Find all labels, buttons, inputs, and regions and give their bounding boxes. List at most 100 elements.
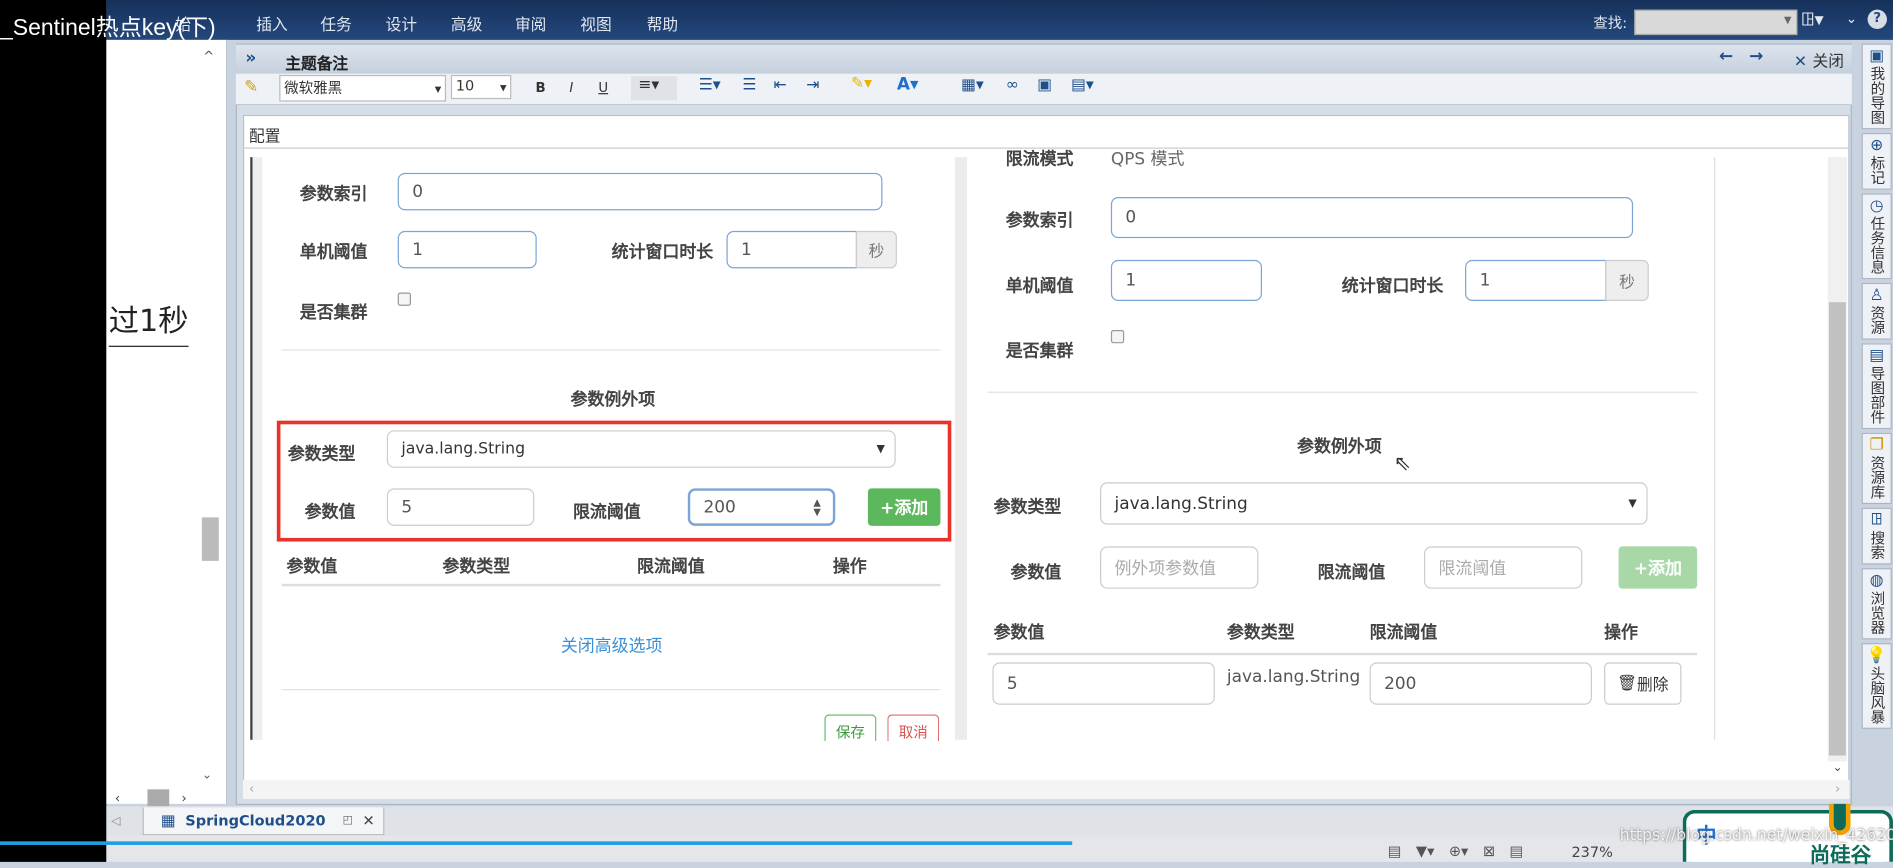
insert-object-icon[interactable]: ▤▾ [1071, 76, 1094, 94]
sidebar-tab-browser[interactable]: ◍ 浏览器 [1861, 568, 1892, 640]
param-index-input[interactable]: 0 [1110, 197, 1634, 239]
back-arrow-icon[interactable]: ← [1719, 47, 1733, 66]
marker-icon: ⊕ [1870, 136, 1884, 155]
outline-topic-text[interactable]: 过1秒 [108, 297, 189, 347]
table-header-line [281, 583, 941, 587]
find-input[interactable]: ▼ [1634, 9, 1798, 36]
scroll-up-icon[interactable]: ^ [203, 48, 214, 64]
threshold-input[interactable]: 1 [397, 230, 537, 269]
horizontal-scrollbar[interactable] [242, 779, 1850, 800]
param-type-select[interactable]: java.lang.String ▼ [386, 430, 896, 468]
param-index-value: 0 [412, 181, 423, 202]
scroll-right-icon[interactable]: › [1835, 781, 1840, 797]
sidebar-tab-markers[interactable]: ⊕ 标记 [1861, 132, 1892, 190]
cluster-checkbox[interactable] [1110, 330, 1125, 344]
menu-task[interactable]: 任务 [320, 12, 351, 35]
page-icon[interactable]: ▤ [1388, 843, 1402, 860]
menu-design[interactable]: 设计 [386, 12, 417, 35]
tab-scroll-left-icon[interactable]: ◁ [111, 815, 120, 828]
video-progress-bar[interactable] [0, 841, 1073, 845]
expand-icon[interactable]: » [245, 48, 256, 67]
font-select[interactable]: 微软雅黑 ▼ [279, 74, 447, 102]
decrease-indent-icon[interactable]: ⇤ [774, 76, 787, 94]
threshold-input[interactable]: 1 [1110, 259, 1262, 301]
tab-springcloud2020[interactable]: ▦ SpringCloud2020 ◰ ✕ [142, 807, 385, 836]
window-input[interactable]: 1 [1465, 259, 1607, 301]
sidebar-tab-search[interactable]: ꖸ 搜索 [1861, 507, 1892, 565]
limit-input[interactable]: 200 ▲ ▼ [687, 488, 836, 526]
menu-view[interactable]: 视图 [580, 12, 611, 35]
sidebar-tab-label: 浏览器 [1868, 591, 1886, 635]
limit-input[interactable]: 限流阈值 [1423, 546, 1583, 589]
sidebar-tab-map-parts[interactable]: ▤ 导图部件 [1861, 343, 1892, 430]
param-value-input[interactable]: 例外项参数值 [1100, 546, 1259, 589]
highlight-icon[interactable]: ✎▾ [851, 75, 872, 93]
cluster-checkbox[interactable] [397, 292, 411, 306]
window-input[interactable]: 1 [726, 230, 858, 269]
row-value-input[interactable]: 5 [992, 662, 1215, 705]
fit-map-icon[interactable]: ⊠ [1483, 843, 1495, 860]
binoculars-icon[interactable]: ꖸ▾ [1801, 8, 1824, 30]
help-icon[interactable]: ? [1867, 9, 1887, 30]
save-button[interactable]: 保存 [824, 714, 877, 741]
bullet-list-icon[interactable]: ☰ [742, 76, 756, 94]
row-limit-input[interactable]: 200 [1369, 662, 1592, 705]
forward-arrow-icon[interactable]: → [1749, 47, 1763, 66]
delete-row-button[interactable]: 🗑 删除 [1604, 662, 1682, 705]
scroll-right-icon[interactable]: › [181, 791, 186, 807]
bold-button[interactable]: B [535, 80, 545, 96]
trash-icon: 🗑 [1617, 674, 1638, 693]
increase-indent-icon[interactable]: ⇥ [806, 76, 819, 94]
outline-view-icon[interactable]: ▤ [1509, 843, 1523, 860]
menu-advanced[interactable]: 高级 [451, 12, 482, 35]
restore-icon[interactable]: ◰ [343, 815, 353, 827]
spinner-icon[interactable]: ▲ ▼ [813, 497, 820, 516]
italic-button[interactable]: I [569, 80, 573, 96]
collapse-ribbon-icon[interactable]: ⌄ [1846, 11, 1857, 27]
config-title: 配置 [249, 128, 281, 147]
sidebar-tab-task-info[interactable]: ◷ 任务信息 [1861, 193, 1892, 280]
divider [987, 391, 1698, 393]
scroll-down-icon[interactable]: ⌄ [202, 769, 212, 782]
add-exception-button[interactable]: +添加 [867, 488, 941, 526]
menu-help[interactable]: 帮助 [647, 12, 678, 35]
table-icon[interactable]: ▦▾ [961, 76, 984, 94]
link-icon[interactable]: ∞ [1006, 76, 1019, 94]
close-notes-button[interactable]: ✕ 关闭 [1794, 48, 1844, 71]
outline-hscroll-thumb[interactable] [147, 789, 170, 807]
scroll-down-icon[interactable]: ⌄ [1833, 762, 1843, 775]
image-icon[interactable]: ▣ [1037, 76, 1052, 94]
focus-icon[interactable]: ⊕▾ [1449, 843, 1468, 860]
cancel-button[interactable]: 取消 [887, 714, 940, 741]
scroll-left-icon[interactable]: ‹ [115, 791, 120, 807]
param-type-select[interactable]: java.lang.String ▼ [1100, 482, 1648, 525]
sidebar-tab-library[interactable]: ❐ 资源库 [1861, 432, 1892, 505]
numbered-list-icon[interactable]: ☰▾ [699, 76, 721, 94]
vertical-scrollbar-thumb[interactable] [1828, 302, 1846, 756]
close-tab-icon[interactable]: ✕ [363, 812, 375, 829]
menu-insert[interactable]: 插入 [256, 12, 287, 35]
row-limit: 200 [1384, 673, 1417, 694]
font-color-icon[interactable]: A▾ [897, 75, 919, 94]
menu-review[interactable]: 审阅 [515, 12, 546, 35]
close-advanced-link[interactable]: 关闭高级选项 [561, 633, 663, 657]
left-form-border-shadow [252, 157, 263, 740]
param-type-label: 参数类型 [287, 444, 356, 465]
sidebar-tab-label: 我的导图 [1868, 66, 1886, 125]
sidebar-tab-resources[interactable]: ♙ 资源 [1861, 282, 1892, 340]
font-size-select[interactable]: 10 ▼ [450, 74, 512, 100]
chevron-down-icon[interactable]: ▼ [1784, 15, 1791, 26]
align-left-icon[interactable]: ≡▾ [630, 76, 677, 101]
filter-icon[interactable]: ▼▾ [1416, 843, 1434, 860]
outline-scrollbar-thumb[interactable] [201, 517, 219, 561]
format-painter-icon[interactable]: ✎ [244, 77, 258, 96]
param-index-input[interactable]: 0 [397, 172, 883, 211]
underline-button[interactable]: U [598, 80, 608, 96]
scroll-left-icon[interactable]: ‹ [249, 781, 254, 797]
param-value-input[interactable]: 5 [386, 488, 535, 526]
divider [281, 349, 941, 351]
col-header-limit: 限流阈值 [1369, 623, 1438, 644]
add-exception-button[interactable]: +添加 [1618, 546, 1698, 589]
sidebar-tab-brainstorm[interactable]: 💡 头脑风暴 [1861, 643, 1892, 729]
sidebar-tab-my-maps[interactable]: ▣ 我的导图 [1861, 43, 1892, 130]
